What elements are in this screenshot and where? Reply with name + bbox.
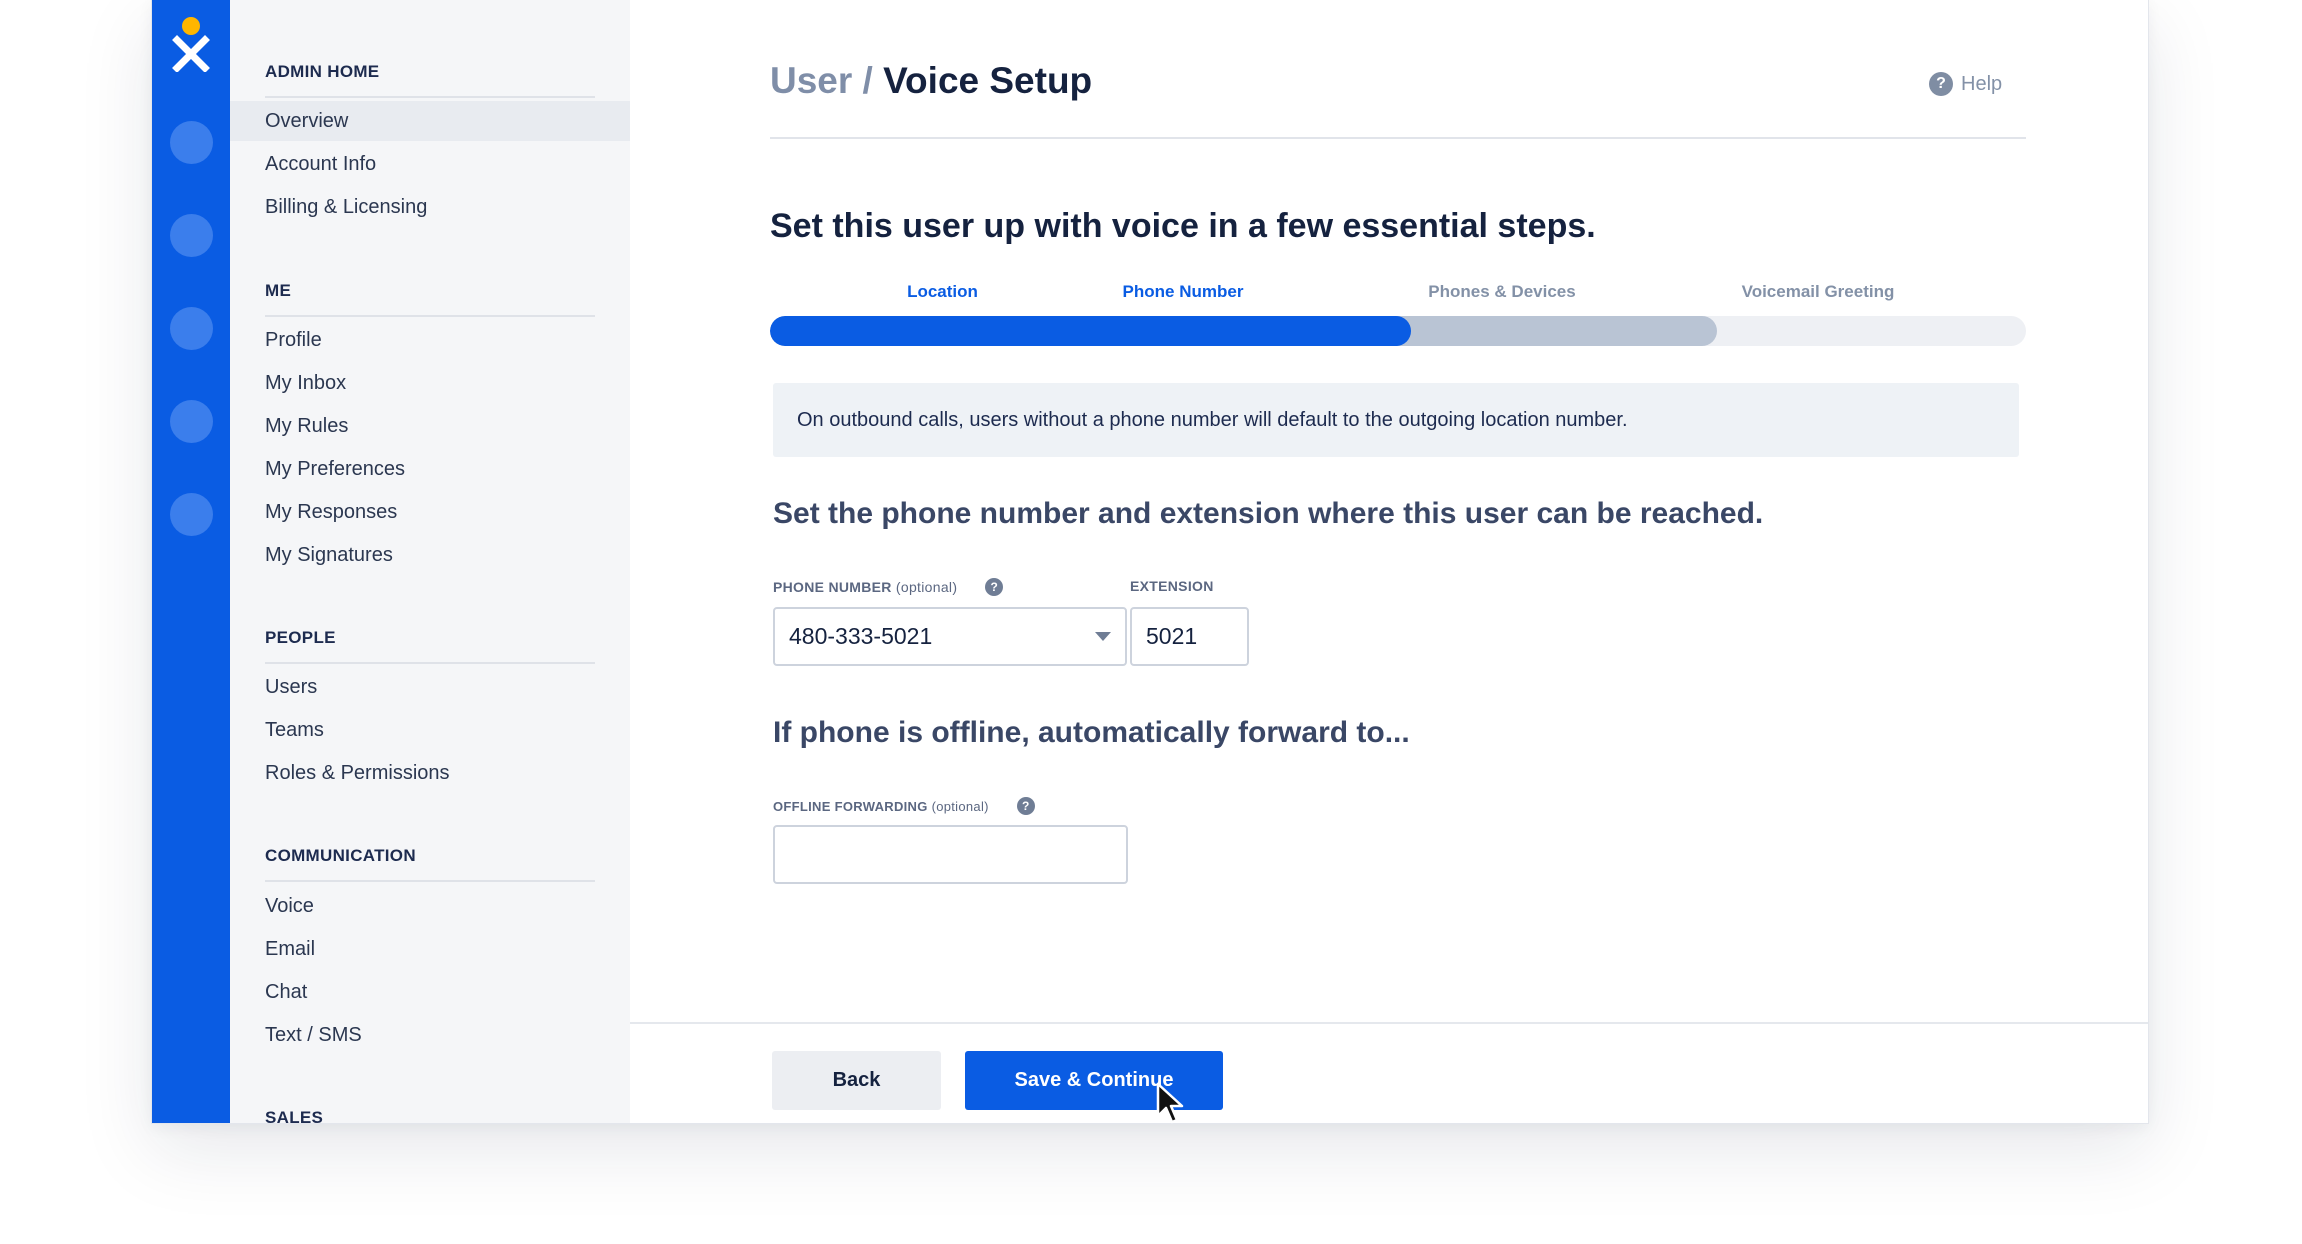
icon-rail	[152, 0, 230, 1123]
forward-section-heading: If phone is offline, automatically forwa…	[773, 716, 1410, 749]
sidebar-item-profile[interactable]: Profile	[230, 320, 630, 360]
rail-app-icon[interactable]	[170, 307, 213, 350]
sidebar-item-overview[interactable]: Overview	[230, 101, 630, 141]
page-title: User / Voice Setup	[770, 60, 1092, 102]
sidebar-item-account-info[interactable]: Account Info	[230, 144, 630, 184]
sidebar-item-my-rules[interactable]: My Rules	[230, 406, 630, 446]
phone-number-value: 480-333-5021	[789, 623, 933, 649]
chevron-down-icon	[1095, 632, 1111, 641]
sidebar-item-voice[interactable]: Voice	[230, 886, 630, 926]
step-voicemail-greeting: Voicemail Greeting	[1741, 282, 1895, 301]
sidebar-item-billing-licensing[interactable]: Billing & Licensing	[230, 187, 630, 227]
extension-label: EXTENSION	[1130, 578, 1214, 594]
phone-help-icon[interactable]: ?	[985, 578, 1004, 596]
mouse-pointer-icon	[1156, 1082, 1184, 1124]
sidebar-item-email[interactable]: Email	[230, 929, 630, 969]
info-notice: On outbound calls, users without a phone…	[773, 383, 2019, 457]
phone-number-select[interactable]: 480-333-5021	[773, 607, 1127, 666]
progress-fill	[770, 316, 1411, 346]
sidebar-item-users[interactable]: Users	[230, 667, 630, 707]
page-title-text: Voice Setup	[883, 60, 1093, 101]
question-circle-icon: ?	[1929, 72, 1953, 96]
phone-section-heading: Set the phone number and extension where…	[773, 497, 1764, 530]
sidebar-item-teams[interactable]: Teams	[230, 710, 630, 750]
breadcrumb[interactable]: User /	[770, 60, 873, 101]
step-phones-devices: Phones & Devices	[1428, 282, 1576, 301]
rail-app-icon[interactable]	[170, 214, 213, 257]
sidebar-item-my-responses[interactable]: My Responses	[230, 492, 630, 532]
step-progress-bar	[770, 316, 2026, 346]
back-button[interactable]: Back	[772, 1051, 941, 1110]
sidebar-item-my-preferences[interactable]: My Preferences	[230, 449, 630, 489]
sidebar-item-my-inbox[interactable]: My Inbox	[230, 363, 630, 403]
main-content: User / Voice Setup ? Help Set this user …	[630, 0, 2148, 1123]
step-phone-number[interactable]: Phone Number	[1033, 282, 1333, 302]
phone-number-label: PHONE NUMBER (optional) ?	[773, 578, 1004, 596]
extension-field[interactable]: 5021	[1130, 607, 1249, 666]
nextiva-logo-icon[interactable]	[169, 16, 213, 72]
sidebar-item-text-sms[interactable]: Text / SMS	[230, 1015, 630, 1055]
help-label: Help	[1961, 72, 2003, 95]
forwarding-help-icon[interactable]: ?	[1016, 797, 1035, 815]
app-window: ADMIN HOME Overview Account Info Billing…	[151, 0, 2149, 1124]
rail-app-icon[interactable]	[170, 400, 213, 443]
nav-heading-admin-home: ADMIN HOME	[265, 62, 595, 98]
header-divider	[770, 137, 2026, 139]
intro-heading: Set this user up with voice in a few ess…	[770, 207, 1596, 245]
sidebar-nav: ADMIN HOME Overview Account Info Billing…	[230, 0, 630, 1123]
sidebar-item-roles-permissions[interactable]: Roles & Permissions	[230, 753, 630, 793]
nav-heading-sales: SALES	[265, 1108, 324, 1124]
offline-forwarding-label: OFFLINE FORWARDING (optional) ?	[773, 797, 1035, 815]
footer-divider	[630, 1022, 2148, 1024]
help-link[interactable]: ? Help	[1929, 72, 2002, 96]
nav-heading-people: PEOPLE	[265, 628, 595, 664]
rail-app-icon[interactable]	[170, 493, 213, 536]
offline-forwarding-field[interactable]	[773, 825, 1128, 884]
sidebar-item-my-signatures[interactable]: My Signatures	[230, 535, 630, 575]
sidebar-item-chat[interactable]: Chat	[230, 972, 630, 1012]
nav-heading-communication: COMMUNICATION	[265, 846, 595, 882]
rail-app-icon[interactable]	[170, 121, 213, 164]
nav-heading-me: ME	[265, 281, 595, 317]
